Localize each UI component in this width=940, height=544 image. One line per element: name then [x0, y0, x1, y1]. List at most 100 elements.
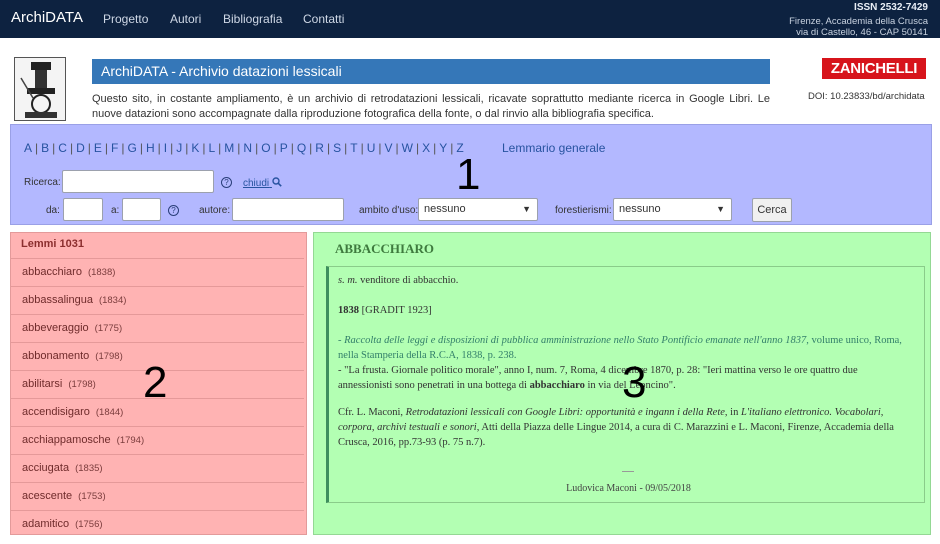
- lemma-item[interactable]: acescente (1753): [11, 482, 304, 510]
- letter-separator: |: [104, 141, 109, 155]
- letter-link-g[interactable]: G: [127, 141, 136, 155]
- nav-progetto[interactable]: Progetto: [103, 12, 148, 26]
- entry-title: ABBACCHIARO: [335, 241, 434, 256]
- lemmario-generale-link[interactable]: Lemmario generale: [502, 141, 605, 155]
- entry-cfr: Cfr. L. Maconi, Retrodatazioni lessicali…: [338, 405, 914, 450]
- letter-link-p[interactable]: P: [280, 141, 288, 155]
- chiudi-label: chiudi: [243, 178, 270, 189]
- lemma-year: (1838): [87, 267, 116, 278]
- autore-label: autore:: [199, 205, 231, 216]
- letter-link-r[interactable]: R: [315, 141, 324, 155]
- nav-bibliografia[interactable]: Bibliografia: [223, 12, 282, 26]
- entry-definition-text: venditore di abbacchio.: [360, 275, 459, 286]
- letter-link-s[interactable]: S: [333, 141, 341, 155]
- brand-link[interactable]: ArchiDATA: [11, 9, 83, 26]
- lemma-year: (1844): [95, 407, 124, 418]
- lemma-word: adamitico: [22, 518, 70, 530]
- letter-link-d[interactable]: D: [76, 141, 85, 155]
- letter-link-m[interactable]: M: [224, 141, 234, 155]
- nav-contatti[interactable]: Contatti: [303, 12, 344, 26]
- autore-input[interactable]: [232, 198, 344, 221]
- search-icon: [272, 177, 282, 187]
- panel-number-2: 2: [143, 358, 168, 407]
- lemma-year: (1794): [116, 435, 145, 446]
- letter-link-n[interactable]: N: [243, 141, 252, 155]
- entry-source-1[interactable]: - Raccolta delle leggi e disposizioni di…: [338, 335, 902, 361]
- lemma-item[interactable]: acchiappamosche (1794): [11, 426, 304, 454]
- zanichelli-logo[interactable]: ZANICHELLI: [822, 58, 926, 79]
- ambito-select[interactable]: nessuno ▼: [418, 198, 538, 221]
- address-line-2: via di Castello, 46 - CAP 50141: [796, 27, 928, 38]
- letter-link-t[interactable]: T: [350, 141, 357, 155]
- letter-separator: |: [139, 141, 143, 155]
- letter-link-h[interactable]: H: [146, 141, 155, 155]
- chiudi-link[interactable]: chiudi: [243, 177, 282, 189]
- intro-text: Questo sito, in costante ampliamento, è …: [92, 93, 770, 120]
- letter-separator: |: [378, 141, 382, 155]
- chevron-down-icon: ▼: [522, 204, 531, 214]
- letter-separator: |: [344, 141, 348, 155]
- ricerca-input[interactable]: [62, 170, 214, 193]
- lemma-word: acciugata: [22, 462, 70, 474]
- letter-separator: |: [218, 141, 222, 155]
- chevron-down-icon: ▼: [716, 204, 725, 214]
- letter-separator: |: [309, 141, 313, 155]
- letter-link-w[interactable]: W: [402, 141, 413, 155]
- letter-link-q[interactable]: Q: [297, 141, 306, 155]
- forestierismi-label: forestierismi:: [555, 205, 612, 216]
- ricerca-label: Ricerca:: [24, 177, 61, 188]
- lemma-word: accendisigaro: [22, 406, 90, 418]
- letter-separator: |: [326, 141, 331, 155]
- lemma-item[interactable]: abbeveraggio (1775): [11, 314, 304, 342]
- entry-definition: s. m. venditore di abbacchio.: [338, 273, 914, 288]
- search-panel: A | B | C | D | E | F | G | H | I | J | K | L | M | N | O | P | Q | R | S | T |…: [10, 124, 932, 225]
- source-2-lemma: abbacchiaro: [529, 380, 585, 391]
- da-year-input[interactable]: [63, 198, 103, 221]
- nav-autori[interactable]: Autori: [170, 12, 201, 26]
- letter-separator: |: [157, 141, 161, 155]
- letter-link-o[interactable]: O: [261, 141, 270, 155]
- lemma-item[interactable]: adamitico (1756): [11, 510, 304, 534]
- entry-date-line: 1838 [GRADIT 1923]: [338, 303, 914, 318]
- forestierismi-select[interactable]: nessuno ▼: [613, 198, 732, 221]
- lemma-item[interactable]: abbassalingua (1834): [11, 286, 304, 314]
- letter-separator: |: [52, 141, 56, 155]
- cfr-in: , in: [724, 407, 741, 418]
- address-line-1: Firenze, Accademia della Crusca: [789, 16, 928, 27]
- letter-link-b[interactable]: B: [41, 141, 49, 155]
- help-icon[interactable]: ?: [221, 177, 232, 188]
- letter-link-e[interactable]: E: [94, 141, 102, 155]
- lemmi-count-header: Lemmi 1031: [21, 238, 84, 250]
- letter-separator: |: [290, 141, 294, 155]
- lemma-year: (1834): [98, 295, 127, 306]
- lemma-year: (1756): [75, 519, 103, 530]
- entry-grammar: s. m.: [338, 275, 358, 286]
- entry-signature: Ludovica Maconi - 09/05/2018: [566, 483, 691, 494]
- letter-separator: |: [395, 141, 399, 155]
- letter-link-v[interactable]: V: [385, 141, 393, 155]
- lemma-item[interactable]: acciugata (1835): [11, 454, 304, 482]
- panel-number-1: 1: [456, 150, 481, 199]
- letter-link-c[interactable]: C: [58, 141, 67, 155]
- letter-separator: |: [185, 141, 189, 155]
- letter-separator: |: [433, 141, 437, 155]
- letter-separator: |: [255, 141, 259, 155]
- cerca-button[interactable]: Cerca: [752, 198, 792, 222]
- lemmi-panel: Lemmi 1031 abbacchiaro (1838) abbassalingu…: [10, 232, 307, 535]
- signature-divider: [622, 471, 634, 472]
- letter-separator: |: [450, 141, 454, 155]
- letter-link-x[interactable]: X: [422, 141, 430, 155]
- lemma-word: abbeveraggio: [22, 322, 89, 334]
- alphabet-index: A | B | C | D | E | F | G | H | I | J | K | L | M | N | O | P | Q | R | S | T |…: [24, 141, 464, 155]
- page-title: ArchiDATA - Archivio datazioni lessicali: [92, 59, 770, 84]
- a-year-input[interactable]: [122, 198, 161, 221]
- da-label: da:: [46, 205, 60, 216]
- lemma-year: (1775): [94, 323, 123, 334]
- lemma-year: (1798): [95, 351, 123, 362]
- help-icon[interactable]: ?: [168, 205, 179, 216]
- letter-separator: |: [360, 141, 364, 155]
- lemma-item[interactable]: abbacchiaro (1838): [11, 258, 304, 286]
- lemma-word: abilitarsi: [22, 378, 63, 390]
- lemma-word: abbassalingua: [22, 294, 93, 306]
- letter-link-a[interactable]: A: [24, 141, 32, 155]
